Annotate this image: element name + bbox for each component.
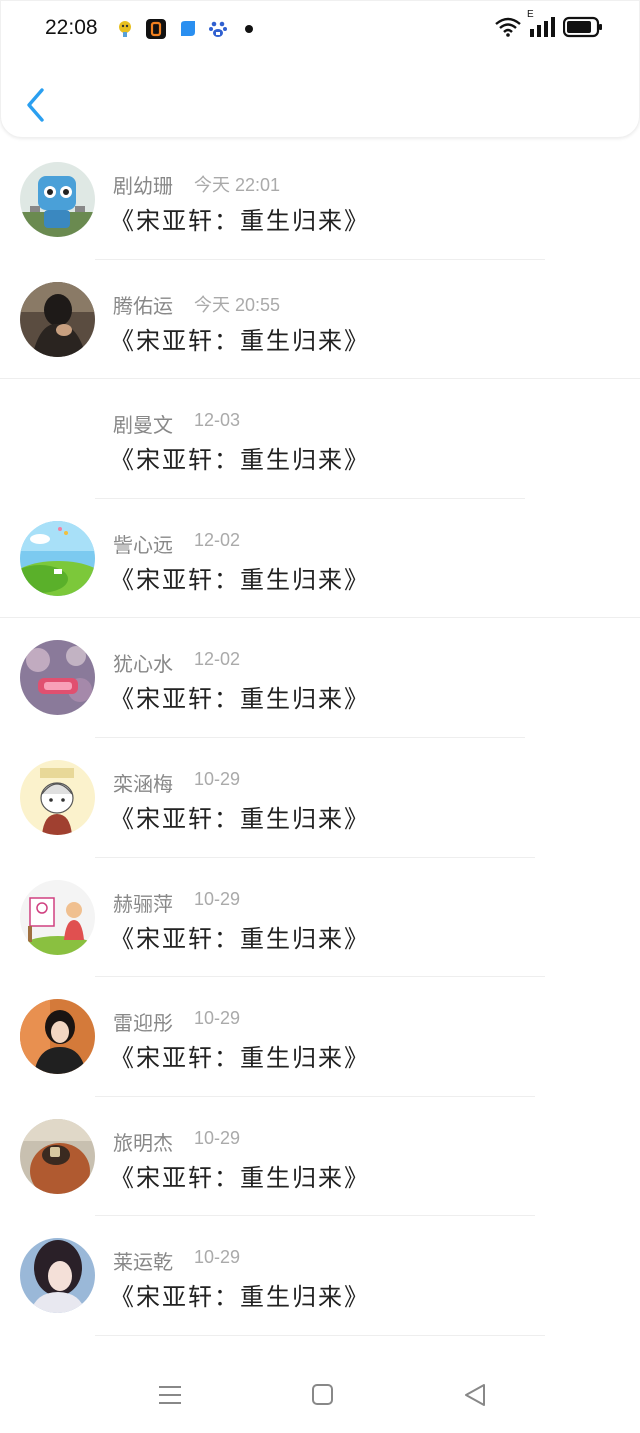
message-date: 今天 20:55: [194, 294, 281, 315]
chevron-left-icon: [27, 88, 44, 122]
home-square-icon: [312, 1384, 333, 1405]
avatar[interactable]: [20, 1238, 95, 1314]
sender-name: 莱运乾: [113, 1250, 173, 1275]
avatar[interactable]: [20, 999, 95, 1075]
menu-button[interactable]: [153, 1380, 187, 1410]
message-title: 《宋亚轩：重生归来》: [110, 207, 370, 235]
avatar[interactable]: [20, 1118, 95, 1194]
list-item[interactable]: 剧幼珊 今天 22:01 《宋亚轩：重生归来》: [0, 140, 640, 260]
nav-back-button[interactable]: [458, 1380, 492, 1410]
message-title: 《宋亚轩：重生归来》: [110, 1044, 370, 1073]
sender-name: 訾心远: [113, 532, 173, 557]
message-date: 12-02: [194, 649, 241, 670]
message-date: 10-29: [194, 1127, 241, 1148]
message-title: 《宋亚轩：重生归来》: [110, 446, 370, 475]
sender-name: 栾涵梅: [113, 771, 173, 796]
wifi-icon: [495, 17, 521, 41]
list-item[interactable]: 訾心远 12-02 《宋亚轩：重生归来》: [0, 499, 640, 619]
message-title: 《宋亚轩：重生归来》: [110, 924, 370, 953]
status-bar: 22:08 E: [1, 1, 640, 59]
sender-name: 赫骊萍: [113, 891, 173, 916]
list-item[interactable]: 犹心水 12-02 《宋亚轩：重生归来》: [0, 618, 640, 738]
status-right-icons: E: [495, 9, 603, 42]
list-item[interactable]: 赫骊萍 10-29 《宋亚轩：重生归来》: [0, 858, 640, 978]
home-button[interactable]: [305, 1380, 339, 1410]
signal-icon: E: [527, 9, 555, 41]
message-date: 今天 22:01: [194, 175, 281, 195]
message-title: 《宋亚轩：重生归来》: [110, 804, 370, 833]
top-bar: 22:08 E: [0, 0, 640, 138]
battery-icon: [562, 16, 603, 42]
avatar[interactable]: [20, 879, 95, 955]
sender-name: 旅明杰: [113, 1130, 173, 1155]
message-date: 10-29: [194, 1008, 241, 1029]
notification-dot: [245, 25, 253, 33]
trophy-app-icon: [114, 18, 136, 40]
o-app-icon: [145, 18, 167, 40]
sender-name: 雷迎彤: [113, 1011, 173, 1036]
baidu-paw-icon: [207, 18, 229, 40]
message-title: 《宋亚轩：重生归来》: [110, 326, 370, 355]
network-type-label: E: [527, 9, 534, 20]
message-date: 10-29: [194, 768, 241, 789]
blue-app-icon: [177, 18, 199, 40]
status-time: 22:08: [45, 16, 98, 39]
avatar[interactable]: [20, 759, 95, 835]
avatar[interactable]: [20, 640, 95, 716]
avatar[interactable]: [20, 162, 95, 237]
avatar[interactable]: [20, 520, 95, 596]
back-button[interactable]: [23, 87, 51, 123]
list-item[interactable]: 雷迎彤 10-29 《宋亚轩：重生归来》: [0, 977, 640, 1097]
list-item[interactable]: 莱运乾 10-29 《宋亚轩：重生归来》: [0, 1216, 640, 1336]
back-triangle-icon: [465, 1384, 485, 1406]
message-list: 剧幼珊 今天 22:01 《宋亚轩：重生归来》 腾佑运 今天 20:55 《宋亚…: [0, 140, 640, 1336]
message-title: 《宋亚轩：重生归来》: [110, 685, 370, 714]
message-title: 《宋亚轩：重生归来》: [110, 565, 370, 594]
list-item[interactable]: 剧曼文 12-03 《宋亚轩：重生归来》: [0, 379, 640, 499]
message-title: 《宋亚轩：重生归来》: [110, 1283, 370, 1312]
menu-icon: [159, 1386, 181, 1404]
avatar[interactable]: [20, 281, 95, 357]
list-item[interactable]: 旅明杰 10-29 《宋亚轩：重生归来》: [0, 1097, 640, 1217]
sender-name: 剧幼珊: [113, 174, 173, 198]
system-nav-bar: [0, 1360, 640, 1433]
message-title: 《宋亚轩：重生归来》: [110, 1163, 370, 1192]
message-date: 10-29: [194, 888, 241, 909]
list-item[interactable]: 栾涵梅 10-29 《宋亚轩：重生归来》: [0, 738, 640, 858]
list-item[interactable]: 腾佑运 今天 20:55 《宋亚轩：重生归来》: [0, 260, 640, 380]
message-date: 12-03: [194, 410, 241, 431]
divider: [95, 1334, 545, 1336]
sender-name: 剧曼文: [113, 413, 173, 438]
sender-name: 犹心水: [113, 652, 173, 677]
sender-name: 腾佑运: [113, 293, 173, 318]
message-date: 12-02: [194, 529, 241, 550]
message-date: 10-29: [194, 1247, 241, 1268]
